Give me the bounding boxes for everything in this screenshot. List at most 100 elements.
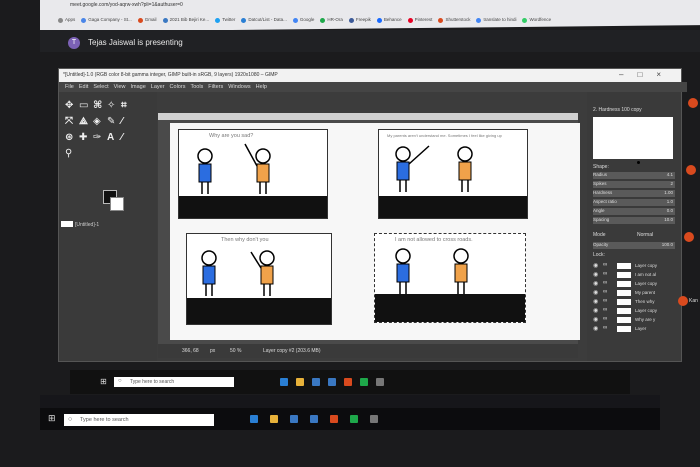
participant-indicator[interactable] — [678, 296, 688, 306]
chain-icon[interactable]: ∞ — [603, 280, 607, 286]
transform-tool-icon[interactable]: ⤧ — [65, 116, 73, 127]
lasso-tool-icon[interactable]: ⌘ — [93, 100, 102, 111]
chain-icon[interactable]: ∞ — [603, 271, 607, 277]
image-list-item[interactable]: [Untitled]-1 — [75, 222, 99, 228]
image-canvas[interactable]: Why are you sad? My parents aren't under… — [170, 123, 580, 340]
bookmark-item[interactable]: Pinterest — [407, 17, 432, 23]
taskbar-search[interactable]: ○ Type here to search — [64, 414, 214, 426]
menu-view[interactable]: View — [114, 84, 126, 90]
radius-slider[interactable]: Radius 4.1 — [593, 172, 675, 179]
layer-row[interactable]: ◉ ∞ My parent — [593, 289, 677, 297]
mail-icon[interactable] — [310, 415, 318, 423]
background-color-swatch[interactable] — [110, 197, 124, 211]
app-icon[interactable] — [360, 378, 368, 386]
spacing-slider[interactable]: Spacing 10.0 — [593, 217, 675, 224]
eye-icon[interactable]: ◉ — [593, 307, 598, 314]
spikes-slider[interactable]: Spikes 2 — [593, 181, 675, 188]
bookmark-item[interactable]: Twitter — [215, 17, 235, 23]
edge-icon[interactable] — [280, 378, 288, 386]
image-thumbnail[interactable] — [61, 221, 73, 227]
menu-help[interactable]: Help — [256, 84, 267, 90]
bookmark-item[interactable]: Gmail — [137, 17, 157, 23]
mail-icon[interactable] — [328, 378, 336, 386]
path-tool-icon[interactable]: ✑ — [93, 132, 101, 143]
maximize-button[interactable]: □ — [637, 70, 656, 79]
opacity-slider[interactable]: Opacity 100.0 — [593, 242, 675, 249]
select-tool-icon[interactable]: ▭ — [79, 100, 88, 111]
participant-indicator[interactable] — [686, 165, 696, 175]
eye-icon[interactable]: ◉ — [593, 271, 598, 278]
participant-indicator[interactable] — [688, 98, 698, 108]
pencil-tool-icon[interactable]: ✎ — [107, 116, 115, 127]
chain-icon[interactable]: ∞ — [603, 307, 607, 313]
eye-icon[interactable]: ◉ — [593, 262, 598, 269]
brush-preview[interactable] — [593, 117, 673, 164]
chain-icon[interactable]: ∞ — [603, 289, 607, 295]
layer-row[interactable]: ◉ ∞ Layer copy — [593, 280, 677, 288]
store-icon[interactable] — [312, 378, 320, 386]
bookmark-item[interactable]: translate to hindi — [476, 17, 516, 23]
chrome-icon[interactable] — [344, 378, 352, 386]
angle-slider[interactable]: Angle 0.0 — [593, 208, 675, 215]
menu-tools[interactable]: Tools — [190, 84, 203, 90]
eye-icon[interactable]: ◉ — [593, 316, 598, 323]
layer-row[interactable]: ◉ ∞ I am not al — [593, 271, 677, 279]
fuzzy-select-icon[interactable]: ✧ — [107, 100, 115, 111]
eye-icon[interactable]: ◉ — [593, 298, 598, 305]
menu-filters[interactable]: Filters — [208, 84, 223, 90]
store-icon[interactable] — [290, 415, 298, 423]
text-tool-icon[interactable]: A — [107, 132, 114, 143]
bookmark-item[interactable]: Shutterstock — [438, 17, 470, 23]
crop-tool-icon[interactable]: ⌗ — [121, 100, 127, 111]
chain-icon[interactable]: ∞ — [603, 316, 607, 322]
chrome-icon[interactable] — [330, 415, 338, 423]
file-explorer-icon[interactable] — [270, 415, 278, 423]
eye-icon[interactable]: ◉ — [593, 289, 598, 296]
mode-select[interactable]: Normal — [637, 232, 653, 238]
menu-image[interactable]: Image — [130, 84, 145, 90]
close-button[interactable]: × — [656, 70, 675, 79]
bookmark-item[interactable]: Behance — [376, 17, 402, 23]
layer-row[interactable]: ◉ ∞ Why are y — [593, 316, 677, 324]
url-bar[interactable]: meet.google.com/yod-aqrw-xwh?pli=1&authu… — [70, 2, 183, 8]
menu-file[interactable]: File — [65, 84, 74, 90]
menu-edit[interactable]: Edit — [79, 84, 88, 90]
menu-select[interactable]: Select — [93, 84, 108, 90]
menu-colors[interactable]: Colors — [170, 84, 186, 90]
color-picker-icon[interactable]: ⁄ — [121, 132, 123, 143]
eye-icon[interactable]: ◉ — [593, 325, 598, 332]
bookmark-item[interactable]: Freepik — [348, 17, 371, 23]
eye-icon[interactable]: ◉ — [593, 280, 598, 287]
bookmark-item[interactable]: HR-Ora — [320, 17, 343, 23]
zoom-tool-icon[interactable]: ⚲ — [65, 148, 72, 159]
layer-row[interactable]: ◉ ∞ Layer copy — [593, 307, 677, 315]
bookmark-item[interactable]: Datcut/List - Data... — [241, 17, 287, 23]
windows-start-icon[interactable]: ⊞ — [100, 377, 107, 386]
brush-tool-icon[interactable]: ⁄ — [121, 116, 123, 127]
minimize-button[interactable]: – — [619, 70, 637, 79]
layer-row[interactable]: ◉ ∞ Layer copy — [593, 262, 677, 270]
hardness-slider[interactable]: Hardness 1.00 — [593, 190, 675, 197]
units-select[interactable]: px — [210, 348, 215, 354]
bookmark-item[interactable]: Gaga Company - St... — [81, 17, 132, 23]
zoom-select[interactable]: 50 % — [230, 348, 241, 354]
clone-tool-icon[interactable]: ⊛ — [65, 132, 73, 143]
gimp-icon[interactable] — [376, 378, 384, 386]
bookmark-item[interactable]: Google — [292, 17, 314, 23]
layer-row[interactable]: ◉ ∞ Then why — [593, 298, 677, 306]
bookmark-item[interactable]: 2021 Bib Bejiri Ke... — [162, 17, 209, 23]
app-icon[interactable] — [350, 415, 358, 423]
participant-indicator[interactable] — [684, 232, 694, 242]
gimp-icon[interactable] — [370, 415, 378, 423]
menu-windows[interactable]: Windows — [228, 84, 250, 90]
chain-icon[interactable]: ∞ — [603, 325, 607, 331]
chain-icon[interactable]: ∞ — [603, 298, 607, 304]
bookmark-item[interactable]: Apps — [58, 17, 75, 23]
menu-layer[interactable]: Layer — [151, 84, 165, 90]
windows-start-icon[interactable]: ⊞ — [48, 413, 56, 424]
edge-icon[interactable] — [250, 415, 258, 423]
bookmark-item[interactable]: Wordfence — [522, 17, 551, 23]
paint-bucket-icon[interactable]: ◈ — [93, 116, 101, 127]
chain-icon[interactable]: ∞ — [603, 262, 607, 268]
layer-row[interactable]: ◉ ∞ Layer — [593, 325, 677, 333]
